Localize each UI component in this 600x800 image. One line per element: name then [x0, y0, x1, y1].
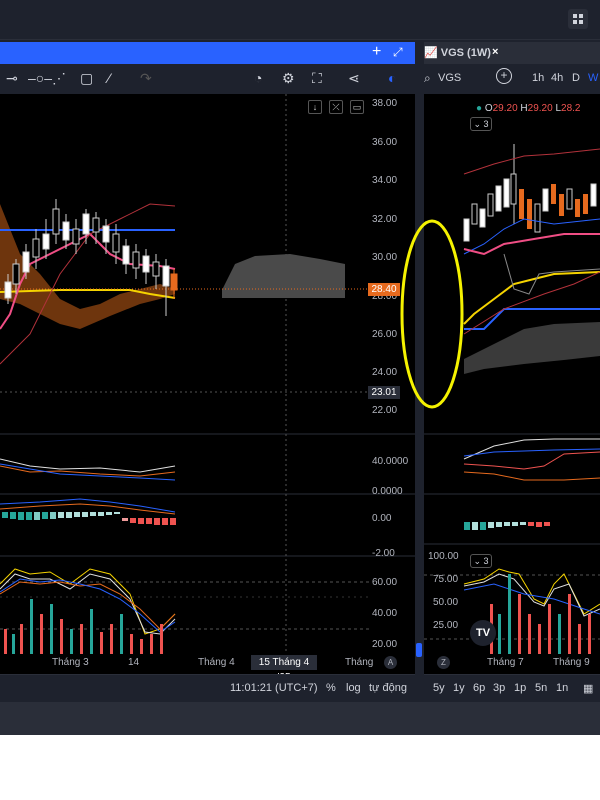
scroll-down-icon[interactable]: ↓: [308, 100, 322, 114]
right-price-candles: [463, 144, 597, 242]
range-1n[interactable]: 1n: [556, 682, 568, 694]
timeframe-4h[interactable]: 4h: [551, 72, 563, 84]
legend-o-value: 29.20: [492, 103, 518, 114]
price-tick: 24.00: [372, 367, 398, 378]
last-price-badge: 28.40: [368, 283, 400, 296]
percent-toggle[interactable]: %: [326, 682, 336, 694]
timeframe-w[interactable]: W: [588, 72, 598, 84]
right-volume-bars: [490, 574, 591, 654]
price-tick: 26.00: [372, 329, 398, 340]
compare-symbol-button[interactable]: +: [496, 68, 512, 84]
osc3-tick: 40.00: [372, 608, 398, 619]
share-icon[interactable]: ⋖: [348, 70, 360, 87]
collapse-pane-icon[interactable]: ⤫: [329, 100, 343, 114]
rectangle-tool-icon[interactable]: ▢: [80, 70, 93, 87]
top-bar: [0, 0, 600, 40]
layout-grid-icon[interactable]: [568, 9, 588, 29]
close-tab-icon[interactable]: ×: [492, 46, 498, 58]
range-6p[interactable]: 6p: [473, 682, 485, 694]
annotation-ellipse: [400, 219, 464, 409]
timeframe-1h[interactable]: 1h: [532, 72, 544, 84]
crosshair-date-label: 15 Tháng 4 '25: [251, 655, 317, 683]
x-tick: Tháng 7: [487, 657, 524, 668]
line-tool-icon[interactable]: ⊸: [6, 70, 18, 87]
x-tick: Tháng 3: [52, 657, 89, 668]
osc2-tick: -2.00: [372, 548, 395, 559]
price-tick: 22.00: [372, 405, 398, 416]
price-tick: 32.00: [372, 214, 398, 225]
timezone-button[interactable]: Z: [437, 656, 450, 669]
trend-line-icon[interactable]: ⁄: [108, 70, 110, 86]
indicator-count: 3: [483, 119, 489, 129]
x-tick: Tháng: [345, 657, 374, 668]
price-tick: 34.00: [372, 175, 398, 186]
search-icon[interactable]: ⌕: [424, 71, 431, 86]
range-1p[interactable]: 1p: [514, 682, 526, 694]
price-tick: 30.00: [372, 252, 398, 263]
legend-l-value: 28.2: [561, 103, 581, 114]
osc3-tick: 20.00: [372, 639, 398, 650]
tab-vgs[interactable]: 📈 VGS (1W): [424, 46, 491, 59]
osc3-tick: 60.00: [372, 577, 398, 588]
replay-icon[interactable]: ◔: [254, 70, 262, 86]
pattern-tool-icon[interactable]: ⋰: [52, 70, 66, 87]
osc3-tick: 50.00: [433, 597, 459, 608]
legend-o-label: O: [484, 103, 493, 114]
ohlc-legend: ● O29.20 H29.20 L28.2: [476, 103, 581, 114]
trading-app: + ⤢ 📈 VGS (1W) × ⊸ –○– ⋰ ▢ ⁄ ↷ ◔ ⚙ ⛶ ⋖ ◐…: [0, 0, 600, 735]
fullscreen-icon[interactable]: ⛶: [312, 70, 322, 87]
settings-gear-icon[interactable]: ⚙: [282, 70, 295, 87]
expand-icon[interactable]: ⤢: [393, 45, 403, 60]
chart-tab-icon: 📈: [424, 47, 438, 59]
volume-bars: [4, 599, 163, 654]
crosshair-price-badge: 23.01: [368, 386, 400, 399]
osc3-tick: 25.00: [433, 620, 459, 631]
calendar-icon[interactable]: ▦: [583, 682, 593, 695]
x-tick: 14: [128, 657, 140, 668]
app-logo-icon[interactable]: ◐: [388, 70, 396, 86]
bottom-panel: [0, 702, 600, 735]
indicator-count: 3: [483, 556, 489, 566]
left-chart-svg: [0, 94, 415, 654]
tradingview-logo: TV: [470, 620, 496, 646]
osc1-tick: 40.0000: [372, 456, 409, 467]
legend-h-value: 29.20: [527, 103, 553, 114]
osc2-tick: 0.00: [372, 513, 392, 524]
right-status-bar: [424, 674, 600, 702]
auto-scale-button[interactable]: A: [384, 656, 397, 669]
log-toggle[interactable]: log: [346, 682, 361, 694]
osc3-tick: 75.00: [433, 574, 459, 585]
range-5n[interactable]: 5n: [535, 682, 547, 694]
auto-toggle[interactable]: tự động: [369, 682, 407, 694]
redo-icon[interactable]: ↷: [140, 70, 152, 87]
range-3p[interactable]: 3p: [493, 682, 505, 694]
osc1-tick: 0.0000: [372, 486, 403, 497]
legend-h-label: H: [520, 103, 528, 114]
clock: 11:01:21 (UTC+7): [230, 682, 318, 694]
indicator-collapse-button-bottom[interactable]: ⌄ 3: [470, 554, 492, 568]
price-tick: 36.00: [372, 137, 398, 148]
tab-title: VGS (1W): [440, 47, 491, 59]
symbol-search[interactable]: VGS: [438, 72, 461, 84]
timeframe-d[interactable]: D: [572, 72, 580, 84]
osc3-tick: 100.00: [428, 551, 459, 562]
indicator-collapse-button[interactable]: ⌄ 3: [470, 117, 492, 131]
ray-tool-icon[interactable]: –○–: [28, 70, 52, 86]
left-tab-bar: [0, 42, 415, 64]
range-5y[interactable]: 5y: [433, 682, 445, 694]
add-tab-button[interactable]: +: [372, 43, 381, 61]
status-dot-icon: ●: [476, 103, 483, 114]
divider-handle[interactable]: [416, 643, 422, 657]
maximize-pane-icon[interactable]: ▭: [350, 100, 364, 114]
left-chart-area[interactable]: [0, 94, 415, 674]
macd-histogram: [2, 512, 176, 525]
x-tick: Tháng 9: [553, 657, 590, 668]
ichimoku-cloud-future: [222, 254, 345, 298]
price-tick: 38.00: [372, 98, 398, 109]
x-tick: Tháng 4: [198, 657, 235, 668]
right-macd-histogram: [464, 522, 550, 530]
range-1y[interactable]: 1y: [453, 682, 465, 694]
